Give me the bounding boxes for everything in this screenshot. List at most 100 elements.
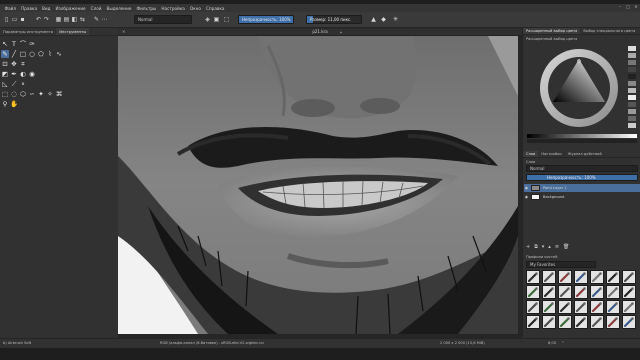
- zoom-tool-icon[interactable]: ⚲: [1, 100, 9, 108]
- new-document-icon[interactable]: ▯: [3, 16, 10, 23]
- bezier-tool-icon[interactable]: ∿: [55, 50, 63, 58]
- bezier-select-icon[interactable]: ⌘: [55, 90, 63, 98]
- brush-preset-item[interactable]: [558, 300, 572, 314]
- brush-preset-item[interactable]: [622, 315, 636, 329]
- menu-layer[interactable]: Слой: [88, 6, 104, 11]
- duplicate-layer-icon[interactable]: ⧉: [534, 244, 538, 251]
- brush-preset-item[interactable]: [526, 285, 540, 299]
- smart-patch-icon[interactable]: ◐: [19, 70, 27, 78]
- menu-help[interactable]: Справка: [204, 6, 227, 11]
- add-layer-icon[interactable]: +: [526, 244, 530, 251]
- brush-preset-item[interactable]: [622, 285, 636, 299]
- brush-preset-item[interactable]: [574, 270, 588, 284]
- color-picker-icon[interactable]: ✒: [10, 70, 18, 78]
- freehand-select-icon[interactable]: ∽: [28, 90, 36, 98]
- pattern-fill-icon[interactable]: ▦: [55, 16, 62, 23]
- layer-row[interactable]: ◉ Paint Layer 1: [524, 184, 640, 192]
- layer-opacity-slider[interactable]: Непрозрачность: 100%: [526, 174, 638, 181]
- brush-preset-item[interactable]: [590, 300, 604, 314]
- alpha-lock-icon[interactable]: ⬚: [223, 16, 230, 23]
- eraser-mode-icon[interactable]: ◈: [204, 16, 211, 23]
- polyline-tool-icon[interactable]: ⌇: [46, 50, 54, 58]
- document-tab[interactable]: ✕ p21.kra *: [118, 29, 522, 36]
- brush-preset-item[interactable]: [558, 315, 572, 329]
- preserve-alpha-icon[interactable]: ▣: [213, 16, 220, 23]
- wrap-around-icon[interactable]: ✳: [392, 16, 399, 23]
- polygon-select-icon[interactable]: ⬡: [19, 90, 27, 98]
- brush-preset-item[interactable]: [590, 285, 604, 299]
- calligraphy-icon[interactable]: ✑: [28, 40, 36, 48]
- brush-preset-item[interactable]: [606, 315, 620, 329]
- undo-icon[interactable]: ↶: [35, 16, 42, 23]
- tab-layers[interactable]: Слои: [523, 151, 539, 157]
- brush-preset-item[interactable]: [606, 270, 620, 284]
- reference-tool-icon[interactable]: ⚬: [19, 80, 27, 88]
- line-tool-icon[interactable]: ╱: [10, 50, 18, 58]
- menu-view[interactable]: Вид: [40, 6, 54, 11]
- mirror-vertical-icon[interactable]: ◆: [380, 16, 387, 23]
- save-icon[interactable]: ▪: [19, 16, 26, 23]
- menu-image[interactable]: Изображение: [53, 6, 88, 11]
- close-icon[interactable]: ✕: [634, 5, 638, 9]
- menu-file[interactable]: Файл: [2, 6, 19, 11]
- tab-tool-options[interactable]: Параметры инструмента: [0, 28, 56, 35]
- transform-tool-icon[interactable]: ⊡: [1, 60, 9, 68]
- maximize-icon[interactable]: □: [626, 5, 630, 9]
- brush-preset-item[interactable]: [558, 270, 572, 284]
- brush-preset-item[interactable]: [606, 285, 620, 299]
- gradient-icon[interactable]: ▤: [63, 16, 70, 23]
- layer-row[interactable]: ◉ Background: [524, 193, 640, 201]
- gradient-tool-icon[interactable]: ◩: [1, 70, 9, 78]
- tab-tools[interactable]: Инструменты: [56, 28, 90, 35]
- foreground-background-icon[interactable]: ◧: [71, 16, 78, 23]
- recent-colors-strip[interactable]: [527, 139, 637, 143]
- polygon-tool-icon[interactable]: ⬠: [37, 50, 45, 58]
- move-layer-up-icon[interactable]: ▴: [548, 244, 551, 251]
- brush-preset-item[interactable]: [526, 270, 540, 284]
- brush-editor-icon[interactable]: ⋯: [101, 16, 108, 23]
- contiguous-select-icon[interactable]: ✦: [37, 90, 45, 98]
- blend-mode-select[interactable]: Normal: [134, 15, 192, 24]
- brush-preset-item[interactable]: [542, 285, 556, 299]
- similar-select-icon[interactable]: ✧: [46, 90, 54, 98]
- brush-preset-item[interactable]: [526, 300, 540, 314]
- tab-advanced-color-selector[interactable]: Расширенный выбор цвета: [523, 28, 581, 34]
- mirror-horizontal-icon[interactable]: ▲: [370, 16, 377, 23]
- brush-preset-item[interactable]: [542, 270, 556, 284]
- open-folder-icon[interactable]: ▭: [11, 16, 18, 23]
- brush-preset-item[interactable]: [622, 270, 636, 284]
- ellipse-select-icon[interactable]: ◌: [10, 90, 18, 98]
- assistant-tool-icon[interactable]: ◺: [1, 80, 9, 88]
- menu-window[interactable]: Окно: [187, 6, 203, 11]
- fill-tool-icon[interactable]: ◉: [28, 70, 36, 78]
- rectangle-tool-icon[interactable]: □: [19, 50, 27, 58]
- brush-preset-item[interactable]: [590, 270, 604, 284]
- edit-shapes-icon[interactable]: ⌒: [19, 40, 27, 48]
- menu-filters[interactable]: Фильтры: [134, 6, 159, 11]
- brush-preset-item[interactable]: [542, 315, 556, 329]
- text-tool-icon[interactable]: T: [10, 40, 18, 48]
- ellipse-tool-icon[interactable]: ○: [28, 50, 36, 58]
- menu-select[interactable]: Выделение: [104, 6, 134, 11]
- menu-edit[interactable]: Правка: [19, 6, 40, 11]
- brush-preset-item[interactable]: [526, 315, 540, 329]
- rect-select-icon[interactable]: ⬚: [1, 90, 9, 98]
- zoom-level[interactable]: 6,00: [548, 341, 556, 345]
- brush-tag-select[interactable]: My Favorites: [526, 261, 596, 268]
- crop-tool-icon[interactable]: ⌗: [19, 60, 27, 68]
- select-shapes-icon[interactable]: ↖: [1, 40, 9, 48]
- tab-tool-settings[interactable]: Настройки: [538, 151, 564, 157]
- swap-colors-icon[interactable]: ⇆: [79, 16, 86, 23]
- brush-preset-item[interactable]: [574, 285, 588, 299]
- brush-preset-item[interactable]: [590, 315, 604, 329]
- brush-preset-item[interactable]: [574, 300, 588, 314]
- brush-size-slider[interactable]: Размер: 11,00 пикс.: [306, 15, 362, 24]
- brush-preset-icon[interactable]: ✎: [93, 16, 100, 23]
- redo-icon[interactable]: ↷: [43, 16, 50, 23]
- brush-preset-item[interactable]: [558, 285, 572, 299]
- freehand-brush-icon[interactable]: ✎: [1, 50, 9, 58]
- visibility-eye-icon[interactable]: ◉: [524, 195, 529, 199]
- value-strip[interactable]: [527, 134, 637, 138]
- brush-preset-item[interactable]: [542, 300, 556, 314]
- layer-properties-icon[interactable]: ≡: [555, 244, 559, 251]
